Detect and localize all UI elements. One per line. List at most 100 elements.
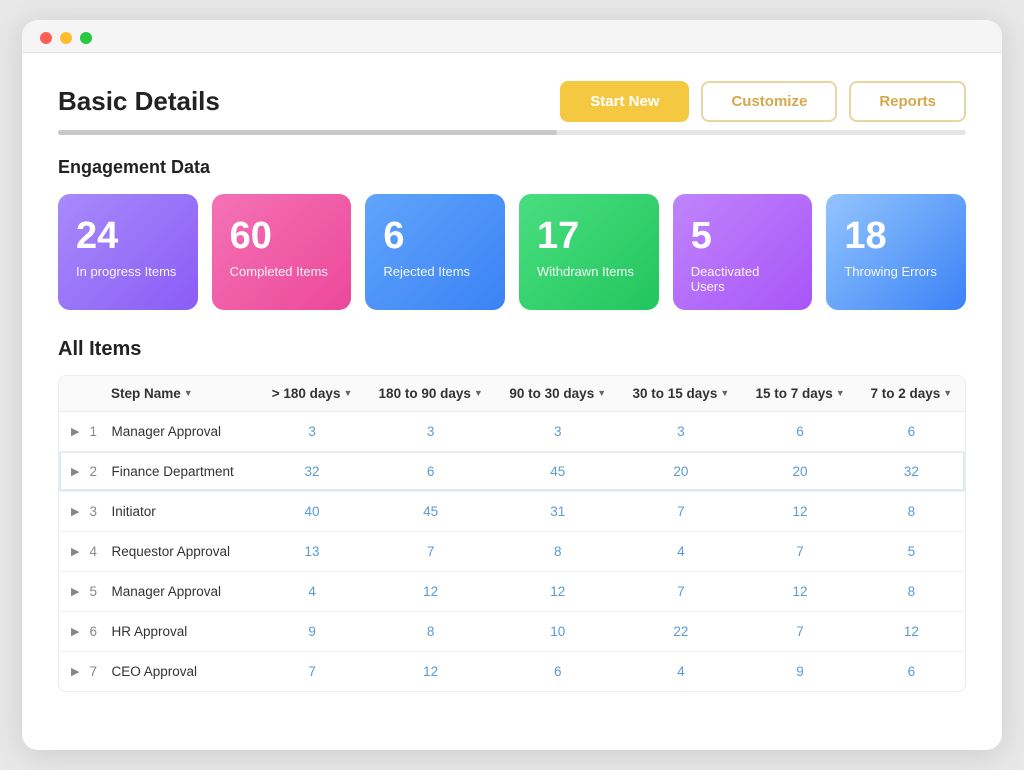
main-window: Basic Details Start New Customize Report… — [22, 20, 1002, 750]
rejected-number: 6 — [383, 216, 487, 258]
rejected-card: 6 Rejected Items — [365, 194, 505, 310]
expand-row-6-button[interactable]: ▶ — [67, 623, 83, 640]
row-4-col-4: 4 — [619, 531, 742, 571]
sort-icon-30to15: ▼ — [720, 388, 729, 398]
all-items-title: All Items — [58, 338, 966, 361]
row-2-col-5: 20 — [742, 451, 857, 491]
completed-number: 60 — [230, 216, 334, 258]
row-name-2: Finance Department — [111, 464, 233, 479]
row-num-5: 5 — [89, 584, 105, 599]
col-30to15[interactable]: 30 to 15 days ▼ — [619, 376, 742, 412]
row-7-col-5: 9 — [742, 651, 857, 691]
progress-bar — [58, 130, 966, 135]
row-name-3: Initiator — [111, 504, 155, 519]
withdrawn-label: Withdrawn Items — [537, 264, 641, 279]
col-90to30[interactable]: 90 to 30 days ▼ — [496, 376, 619, 412]
errors-number: 18 — [844, 216, 948, 258]
row-1-col-4: 3 — [619, 411, 742, 451]
row-6-col-2: 8 — [365, 611, 496, 651]
row-4-col-6: 5 — [858, 531, 965, 571]
customize-button[interactable]: Customize — [701, 81, 837, 122]
expand-row-4-button[interactable]: ▶ — [67, 543, 83, 560]
expand-row-3-button[interactable]: ▶ — [67, 503, 83, 520]
deactivated-card: 5 Deactivated Users — [673, 194, 813, 310]
row-2-col-6: 32 — [858, 451, 965, 491]
row-4-col-3: 8 — [496, 531, 619, 571]
row-4-col-5: 7 — [742, 531, 857, 571]
engagement-title: Engagement Data — [58, 157, 966, 178]
row-2-col-4: 20 — [619, 451, 742, 491]
close-dot — [40, 32, 52, 44]
row-num-1: 1 — [89, 424, 105, 439]
withdrawn-card: 17 Withdrawn Items — [519, 194, 659, 310]
row-num-3: 3 — [89, 504, 105, 519]
row-1-col-2: 3 — [365, 411, 496, 451]
row-5-col-3: 12 — [496, 571, 619, 611]
row-3-col-3: 31 — [496, 491, 619, 531]
row-name-4: Requestor Approval — [111, 544, 230, 559]
row-3-col-1: 40 — [259, 491, 365, 531]
deactivated-label: Deactivated Users — [691, 264, 795, 294]
col-180to90[interactable]: 180 to 90 days ▼ — [365, 376, 496, 412]
expand-row-1-button[interactable]: ▶ — [67, 423, 83, 440]
row-name-5: Manager Approval — [111, 584, 221, 599]
row-3-col-2: 45 — [365, 491, 496, 531]
table-row: ▶ 4 Requestor Approval 1378475 — [59, 531, 965, 571]
maximize-dot — [80, 32, 92, 44]
row-7-col-4: 4 — [619, 651, 742, 691]
cards-row: 24 In progress Items 60 Completed Items … — [58, 194, 966, 310]
col-step-name[interactable]: Step Name ▼ — [59, 376, 259, 412]
expand-row-2-button[interactable]: ▶ — [67, 463, 83, 480]
row-7-col-2: 12 — [365, 651, 496, 691]
row-1-col-1: 3 — [259, 411, 365, 451]
sort-icon-15to7: ▼ — [836, 388, 845, 398]
withdrawn-number: 17 — [537, 216, 641, 258]
page-title: Basic Details — [58, 86, 220, 117]
row-6-col-1: 9 — [259, 611, 365, 651]
completed-label: Completed Items — [230, 264, 334, 279]
row-3-col-6: 8 — [858, 491, 965, 531]
data-table: Step Name ▼ > 180 days ▼ — [58, 375, 966, 692]
row-4-col-1: 13 — [259, 531, 365, 571]
errors-label: Throwing Errors — [844, 264, 948, 279]
errors-card: 18 Throwing Errors — [826, 194, 966, 310]
row-6-col-4: 22 — [619, 611, 742, 651]
row-5-col-6: 8 — [858, 571, 965, 611]
sort-icon-90to30: ▼ — [597, 388, 606, 398]
header-buttons: Start New Customize Reports — [560, 81, 966, 122]
row-6-col-3: 10 — [496, 611, 619, 651]
in-progress-number: 24 — [76, 216, 180, 258]
sort-icon-180plus: ▼ — [343, 388, 352, 398]
row-7-col-6: 6 — [858, 651, 965, 691]
row-2-col-2: 6 — [365, 451, 496, 491]
row-name-6: HR Approval — [111, 624, 187, 639]
deactivated-number: 5 — [691, 216, 795, 258]
col-7to2[interactable]: 7 to 2 days ▼ — [858, 376, 965, 412]
page-header: Basic Details Start New Customize Report… — [58, 81, 966, 122]
row-1-col-6: 6 — [858, 411, 965, 451]
in-progress-card: 24 In progress Items — [58, 194, 198, 310]
completed-card: 60 Completed Items — [212, 194, 352, 310]
row-4-col-2: 7 — [365, 531, 496, 571]
row-2-col-1: 32 — [259, 451, 365, 491]
reports-button[interactable]: Reports — [849, 81, 966, 122]
col-180plus[interactable]: > 180 days ▼ — [259, 376, 365, 412]
progress-fill — [58, 130, 557, 135]
row-3-col-4: 7 — [619, 491, 742, 531]
row-num-2: 2 — [89, 464, 105, 479]
minimize-dot — [60, 32, 72, 44]
row-7-col-1: 7 — [259, 651, 365, 691]
col-15to7[interactable]: 15 to 7 days ▼ — [742, 376, 857, 412]
row-5-col-1: 4 — [259, 571, 365, 611]
start-new-button[interactable]: Start New — [560, 81, 689, 122]
sort-icon-7to2: ▼ — [943, 388, 952, 398]
content-area: Basic Details Start New Customize Report… — [22, 53, 1002, 716]
row-1-col-3: 3 — [496, 411, 619, 451]
expand-row-5-button[interactable]: ▶ — [67, 583, 83, 600]
table-row: ▶ 3 Initiator 4045317128 — [59, 491, 965, 531]
table-header-row: Step Name ▼ > 180 days ▼ — [59, 376, 965, 412]
title-bar — [22, 20, 1002, 53]
in-progress-label: In progress Items — [76, 264, 180, 279]
sort-icon-180to90: ▼ — [474, 388, 483, 398]
expand-row-7-button[interactable]: ▶ — [67, 663, 83, 680]
